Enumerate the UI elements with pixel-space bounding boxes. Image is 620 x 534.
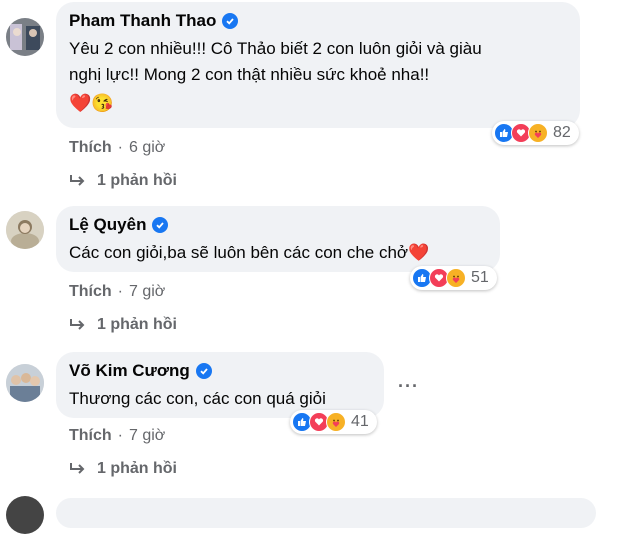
avatar[interactable]: [6, 211, 44, 249]
view-replies-link[interactable]: 1 phản hồi: [69, 316, 177, 334]
verified-badge-icon: [152, 217, 169, 233]
next-comment-bubble: [56, 498, 596, 528]
comment-text-line-2: nghị lực!! Mong 2 con thật nhiều sức kho…: [69, 65, 430, 84]
comment-bubble: Pham Thanh Thao Yêu 2 con nhiều!!! Cô Th…: [56, 2, 580, 128]
like-button[interactable]: Thích: [69, 427, 112, 445]
reaction-count: 41: [351, 413, 369, 430]
replies-count: 1 phản hồi: [97, 460, 177, 477]
comment-actions: Thích · 7 giờ: [69, 283, 165, 301]
comment-text-line-1: Yêu 2 con nhiều!!! Cô Thảo biết 2 con lu…: [69, 39, 482, 58]
commenter-name[interactable]: Võ Kim Cương: [69, 360, 190, 382]
comment-time[interactable]: 7 giờ: [129, 427, 165, 445]
commenter-name[interactable]: Lệ Quyên: [69, 214, 146, 236]
comment-bubble: Võ Kim Cương Thương các con, các con quá…: [56, 352, 384, 418]
comment-text: Các con giỏi,ba sẽ luôn bên các con che …: [69, 243, 430, 262]
care-reaction-icon: [446, 268, 466, 288]
reply-arrow-icon: [70, 463, 85, 474]
like-button[interactable]: Thích: [69, 139, 112, 157]
replies-count: 1 phản hồi: [97, 316, 177, 333]
comment-actions: Thích · 6 giờ: [69, 139, 165, 157]
replies-count: 1 phản hồi: [97, 172, 177, 189]
separator-dot: ·: [117, 427, 123, 444]
reaction-summary[interactable]: 82: [492, 121, 579, 145]
separator-dot: ·: [117, 139, 123, 156]
verified-badge-icon: [222, 13, 239, 29]
avatar-image-icon: [6, 18, 44, 56]
commenter-name[interactable]: Pham Thanh Thao: [69, 10, 216, 32]
care-reaction-icon: [326, 412, 346, 432]
more-options-icon[interactable]: ···: [398, 376, 419, 397]
avatar[interactable]: [6, 364, 44, 402]
care-reaction-icon: [528, 123, 548, 143]
comment-text: Thương các con, các con quá giỏi: [69, 389, 326, 408]
reaction-count: 51: [471, 269, 489, 286]
reply-arrow-icon: [70, 319, 85, 330]
avatar-image-icon: [6, 211, 44, 249]
comment-time[interactable]: 7 giờ: [129, 283, 165, 301]
view-replies-link[interactable]: 1 phản hồi: [69, 172, 177, 190]
reaction-count: 82: [553, 124, 571, 141]
reply-arrow-icon: [70, 175, 85, 186]
comment-bubble: Lệ Quyên Các con giỏi,ba sẽ luôn bên các…: [56, 206, 500, 272]
avatar-image-icon: [6, 364, 44, 402]
separator-dot: ·: [117, 283, 123, 300]
verified-badge-icon: [195, 363, 212, 379]
like-button[interactable]: Thích: [69, 283, 112, 301]
avatar[interactable]: [6, 18, 44, 56]
reaction-summary[interactable]: 41: [290, 410, 377, 434]
comment-time[interactable]: 6 giờ: [129, 139, 165, 157]
reaction-summary[interactable]: 51: [410, 266, 497, 290]
comment-emoji: ❤️😘: [69, 93, 114, 113]
comment-actions: Thích · 7 giờ: [69, 427, 165, 445]
view-replies-link[interactable]: 1 phản hồi: [69, 460, 177, 478]
